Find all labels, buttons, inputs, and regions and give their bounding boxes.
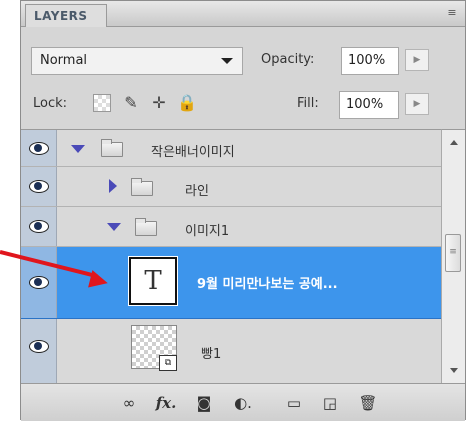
eye-icon[interactable]: [29, 275, 49, 289]
smart-object-icon: ⧉: [159, 355, 177, 371]
eye-icon[interactable]: [29, 339, 49, 353]
lock-label: Lock:: [33, 96, 68, 111]
eye-icon[interactable]: [29, 219, 49, 233]
layer-name: 빵1: [201, 347, 222, 362]
layer-name: 라인: [185, 184, 209, 199]
layer-row[interactable]: ⧉ 빵1: [21, 319, 441, 383]
folder-icon: [101, 139, 123, 157]
lock-paint-icon[interactable]: ✎: [121, 93, 141, 113]
scroll-down-icon[interactable]: [450, 368, 458, 373]
visibility-cell[interactable]: [21, 319, 57, 383]
panel-menu-icon[interactable]: ≡: [445, 6, 459, 20]
layers-list: 작은배너이미지 라인 이미지1 T 9월 미리만나보는 공예... ⧉ 빵1: [21, 129, 441, 383]
visibility-cell[interactable]: [21, 167, 57, 206]
mask-icon[interactable]: ◙: [193, 393, 215, 413]
opacity-label: Opacity:: [261, 52, 315, 67]
folder-icon: [131, 178, 153, 196]
new-group-icon[interactable]: ▭: [283, 393, 305, 413]
layer-name: 작은배너이미지: [151, 145, 235, 160]
layer-row[interactable]: 라인: [21, 167, 441, 207]
layer-row-selected[interactable]: T 9월 미리만나보는 공예...: [21, 247, 441, 319]
lock-move-icon[interactable]: ✛: [149, 93, 169, 113]
fx-icon[interactable]: fx.: [151, 393, 181, 413]
opacity-input[interactable]: 100%: [341, 47, 399, 75]
lock-transparent-icon[interactable]: [93, 94, 111, 112]
opacity-slider-button[interactable]: ▶: [405, 49, 429, 71]
layers-tab[interactable]: LAYERS: [25, 4, 107, 27]
fill-label: Fill:: [297, 96, 319, 111]
visibility-cell[interactable]: [21, 207, 57, 246]
eye-icon[interactable]: [29, 179, 49, 193]
panel-header: LAYERS ≡: [21, 1, 465, 27]
expand-triangle-icon[interactable]: [71, 145, 85, 153]
fill-input[interactable]: 100%: [339, 91, 399, 119]
adjustment-icon[interactable]: ◐.: [231, 393, 255, 413]
layer-row[interactable]: 작은배너이미지: [21, 130, 441, 167]
layers-toolbar: ∞ fx. ◙ ◐. ▭ ◲ 🗑: [21, 383, 465, 421]
layers-panel: LAYERS ≡ Normal Opacity: 100% ▶ Lock: ✎ …: [20, 0, 466, 421]
chevron-down-icon[interactable]: [221, 58, 233, 64]
new-layer-icon[interactable]: ◲: [319, 393, 341, 413]
expand-triangle-icon[interactable]: [107, 223, 121, 231]
text-layer-thumbnail[interactable]: T: [128, 256, 178, 306]
fill-slider-button[interactable]: ▶: [405, 93, 429, 115]
scroll-thumb[interactable]: ≡: [445, 234, 461, 272]
eye-icon[interactable]: [29, 141, 49, 155]
layer-name: 9월 미리만나보는 공예...: [197, 277, 338, 292]
blend-mode-select[interactable]: Normal: [31, 47, 243, 75]
folder-icon: [135, 218, 157, 236]
lock-all-icon[interactable]: 🔒: [177, 93, 197, 113]
collapse-triangle-icon[interactable]: [109, 179, 117, 193]
trash-icon[interactable]: 🗑: [357, 393, 379, 413]
layer-name: 이미지1: [185, 224, 230, 239]
layers-scrollbar[interactable]: ≡: [441, 129, 465, 383]
layer-row[interactable]: 이미지1: [21, 207, 441, 247]
link-icon[interactable]: ∞: [117, 393, 141, 413]
visibility-cell[interactable]: [21, 130, 57, 166]
scroll-up-icon[interactable]: [450, 140, 458, 145]
